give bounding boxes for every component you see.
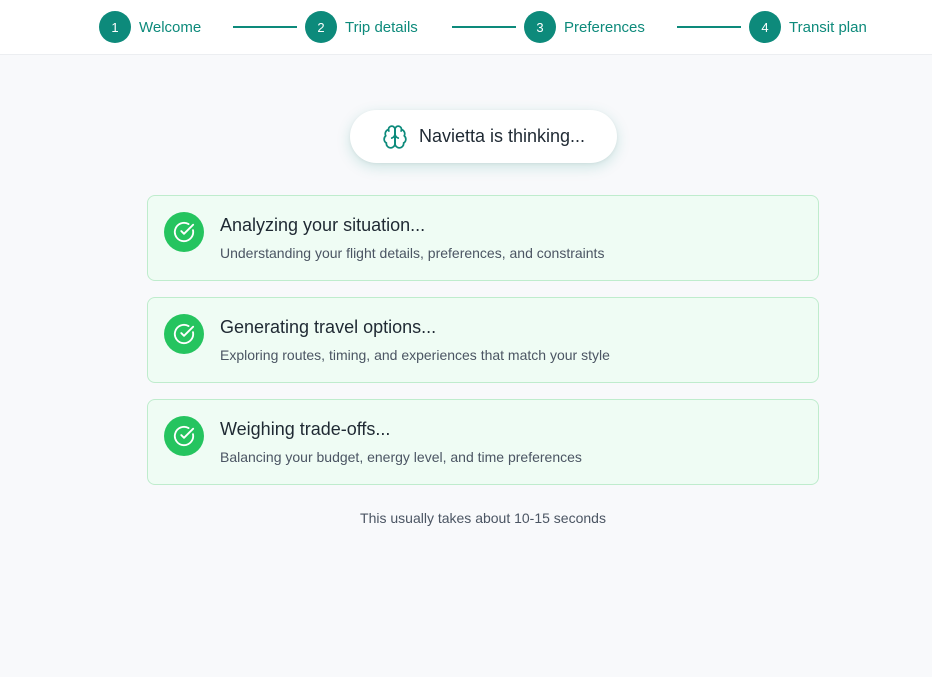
task-description: Balancing your budget, energy level, and… <box>220 449 582 465</box>
step-number: 4 <box>749 11 781 43</box>
step-connector <box>677 26 741 28</box>
thinking-label: Navietta is thinking... <box>418 126 586 146</box>
check-circle-icon <box>164 212 204 252</box>
step-connector <box>233 26 297 28</box>
check-circle-icon <box>164 314 204 354</box>
task-title: Weighing trade-offs... <box>220 419 391 439</box>
step-welcome[interactable]: 1 Welcome <box>99 11 201 43</box>
check-circle-icon <box>164 416 204 456</box>
progress-stepper: 1 Welcome 2 Trip details 3 Preferences 4… <box>0 0 932 55</box>
step-transit-plan[interactable]: 4 Transit plan <box>749 11 867 43</box>
brain-icon <box>383 124 407 149</box>
step-label: Trip details <box>345 18 418 36</box>
step-number: 1 <box>99 11 131 43</box>
task-title: Generating travel options... <box>220 317 437 337</box>
task-card-generating: Generating travel options... Exploring r… <box>147 297 819 383</box>
step-number: 2 <box>305 11 337 43</box>
step-connector <box>452 26 516 28</box>
step-number: 3 <box>524 11 556 43</box>
step-label: Welcome <box>139 18 202 36</box>
step-label: Transit plan <box>789 18 867 36</box>
task-description: Understanding your flight details, prefe… <box>220 245 605 261</box>
step-preferences[interactable]: 3 Preferences <box>524 11 645 43</box>
step-trip-details[interactable]: 2 Trip details <box>305 11 418 43</box>
task-title: Analyzing your situation... <box>220 215 426 235</box>
thinking-status: Navietta is thinking... <box>350 110 617 163</box>
step-label: Preferences <box>564 18 645 36</box>
task-description: Exploring routes, timing, and experience… <box>220 347 610 363</box>
task-card-analyzing: Analyzing your situation... Understandin… <box>147 195 819 281</box>
duration-note: This usually takes about 10-15 seconds <box>360 510 606 526</box>
task-card-weighing: Weighing trade-offs... Balancing your bu… <box>147 399 819 485</box>
